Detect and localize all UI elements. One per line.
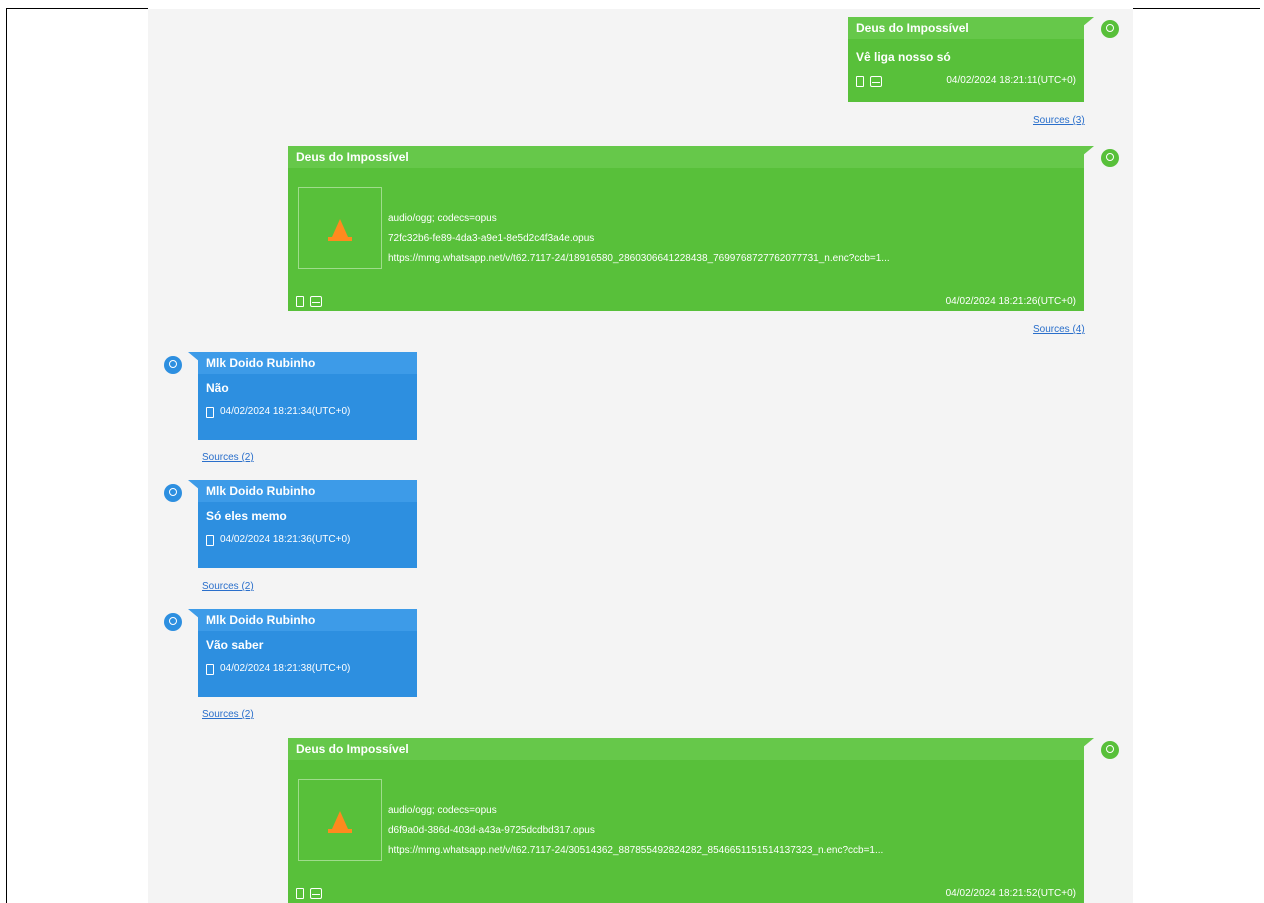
message-bubble-outgoing: Deus do Impossível audio/ogg; codecs=opu…	[288, 738, 1094, 903]
message-timestamp: 04/02/2024 18:21:52(UTC+0)	[945, 887, 1076, 899]
user-avatar-icon	[164, 356, 182, 374]
phone-icon	[296, 295, 304, 307]
media-file-name: 72fc32b6-fe89-4da3-a9e1-8e5d2c4f3a4e.opu…	[388, 233, 595, 244]
message-bubble-incoming: Mlk Doido Rubinho Vão saber 04/02/2024 1…	[188, 609, 417, 697]
user-avatar-icon	[164, 613, 182, 631]
message-sender: Mlk Doido Rubinho	[198, 609, 417, 631]
phone-icon	[856, 75, 864, 87]
message-text: Vão saber	[206, 638, 264, 652]
message-bubble-incoming: Mlk Doido Rubinho Não 04/02/2024 18:21:3…	[188, 352, 417, 440]
sources-link[interactable]: Sources (2)	[202, 581, 254, 592]
user-avatar-icon	[1101, 20, 1119, 38]
sources-link[interactable]: Sources (2)	[202, 709, 254, 720]
message-sender: Mlk Doido Rubinho	[198, 480, 417, 502]
phone-icon	[206, 534, 214, 546]
media-player-cone-icon	[328, 811, 352, 833]
message-timestamp: 04/02/2024 18:21:38(UTC+0)	[220, 663, 351, 674]
sources-link[interactable]: Sources (4)	[1033, 324, 1085, 335]
message-text: Só eles memo	[206, 509, 287, 523]
chat-panel: Deus do Impossível Vê liga nosso só 04/0…	[148, 9, 1133, 903]
message-text: Vê liga nosso só	[856, 50, 951, 64]
media-player-cone-icon	[328, 219, 352, 241]
sources-link[interactable]: Sources (2)	[202, 452, 254, 463]
media-thumbnail[interactable]	[298, 187, 382, 269]
media-url[interactable]: https://mmg.whatsapp.net/v/t62.7117-24/1…	[388, 249, 1074, 269]
message-timestamp: 04/02/2024 18:21:26(UTC+0)	[945, 295, 1076, 307]
media-type: audio/ogg; codecs=opus	[388, 805, 497, 816]
user-avatar-icon	[1101, 741, 1119, 759]
message-sender: Deus do Impossível	[288, 738, 1084, 760]
message-timestamp: 04/02/2024 18:21:11(UTC+0)	[946, 75, 1076, 86]
message-timestamp: 04/02/2024 18:21:34(UTC+0)	[220, 406, 351, 417]
media-url[interactable]: https://mmg.whatsapp.net/v/t62.7117-24/3…	[388, 841, 1074, 861]
phone-icon	[206, 663, 214, 675]
message-text: Não	[206, 381, 229, 395]
media-type: audio/ogg; codecs=opus	[388, 213, 497, 224]
message-bubble-outgoing: Deus do Impossível Vê liga nosso só 04/0…	[848, 17, 1094, 102]
user-avatar-icon	[1101, 149, 1119, 167]
message-bubble-outgoing: Deus do Impossível audio/ogg; codecs=opu…	[288, 146, 1094, 311]
media-thumbnail[interactable]	[298, 779, 382, 861]
message-icon	[870, 75, 882, 87]
message-sender: Deus do Impossível	[288, 146, 1084, 168]
phone-icon	[206, 406, 214, 418]
message-bubble-incoming: Mlk Doido Rubinho Só eles memo 04/02/202…	[188, 480, 417, 568]
message-timestamp: 04/02/2024 18:21:36(UTC+0)	[220, 534, 351, 545]
message-sender: Deus do Impossível	[848, 17, 1084, 39]
message-sender: Mlk Doido Rubinho	[198, 352, 417, 374]
user-avatar-icon	[164, 484, 182, 502]
phone-icon	[296, 887, 304, 899]
message-icon	[310, 295, 322, 307]
media-file-name: d6f9a0d-386d-403d-a43a-9725dcdbd317.opus	[388, 825, 595, 836]
message-icon	[310, 887, 322, 899]
sources-link[interactable]: Sources (3)	[1033, 115, 1085, 126]
